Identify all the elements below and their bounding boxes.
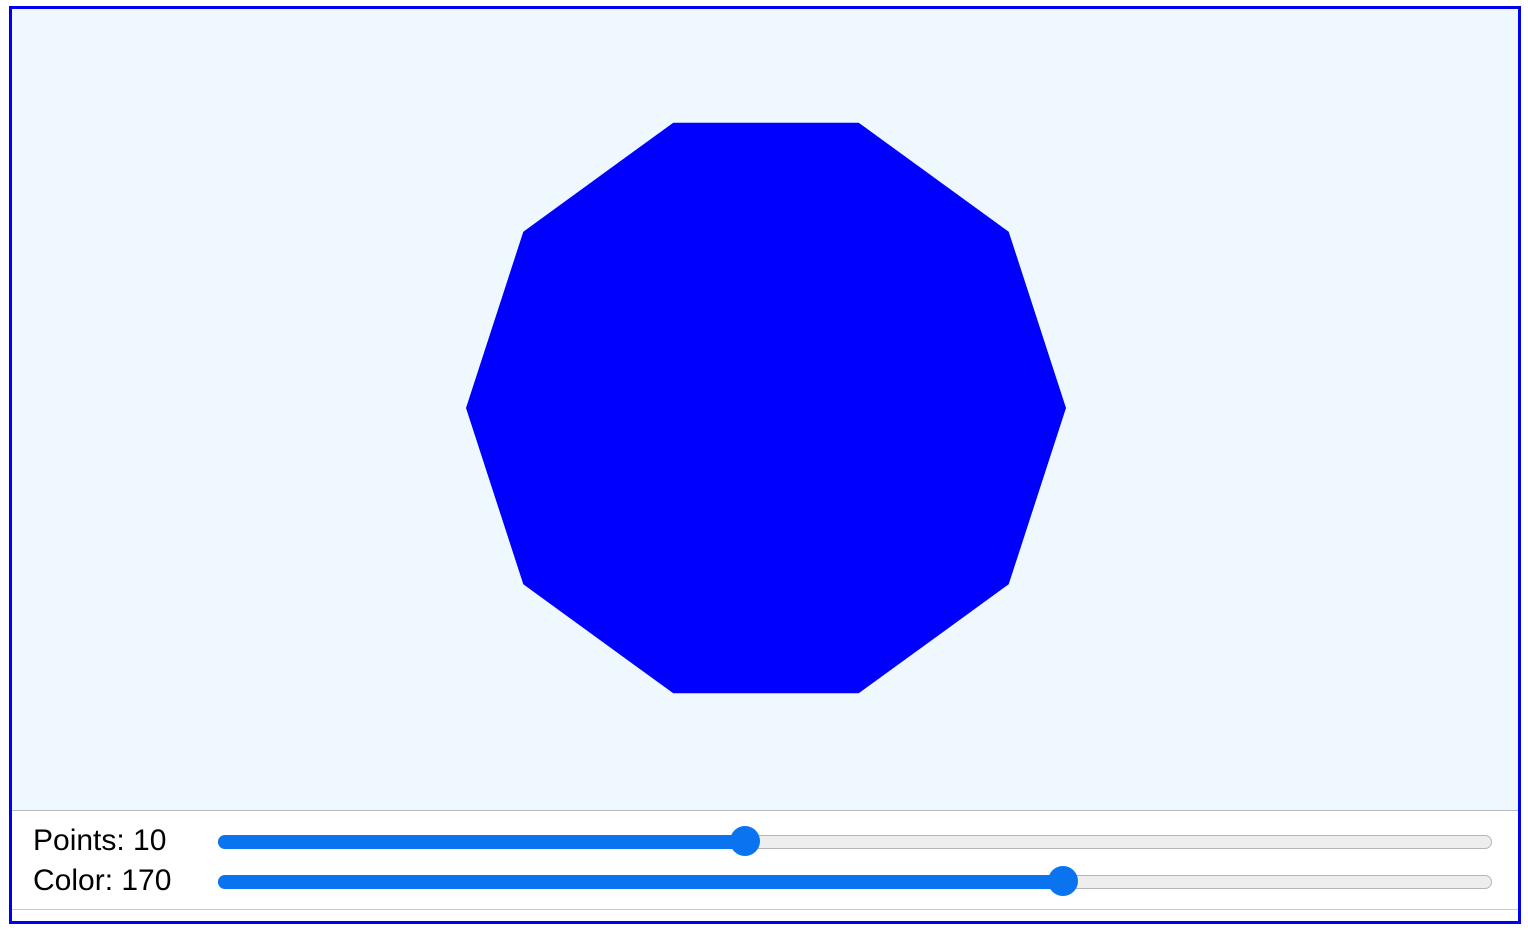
controls-panel: Points: 10 Color: 170 (12, 811, 1518, 910)
polygon-shape (466, 122, 1066, 694)
color-label: Color: 170 (33, 864, 172, 897)
color-slider-thumb[interactable] (1048, 866, 1078, 896)
drawing-canvas[interactable] (12, 9, 1518, 811)
points-label: Points: 10 (33, 824, 167, 857)
color-slider-fill (218, 875, 1063, 889)
canvas-svg (466, 122, 1066, 694)
app-frame: Points: 10 Color: 170 (9, 6, 1521, 924)
color-slider[interactable] (218, 866, 1492, 896)
points-slider-fill (218, 835, 745, 849)
color-control: Color: 170 (12, 863, 1518, 899)
points-slider[interactable] (218, 826, 1492, 856)
points-slider-thumb[interactable] (730, 826, 760, 856)
points-control: Points: 10 (12, 823, 1518, 859)
